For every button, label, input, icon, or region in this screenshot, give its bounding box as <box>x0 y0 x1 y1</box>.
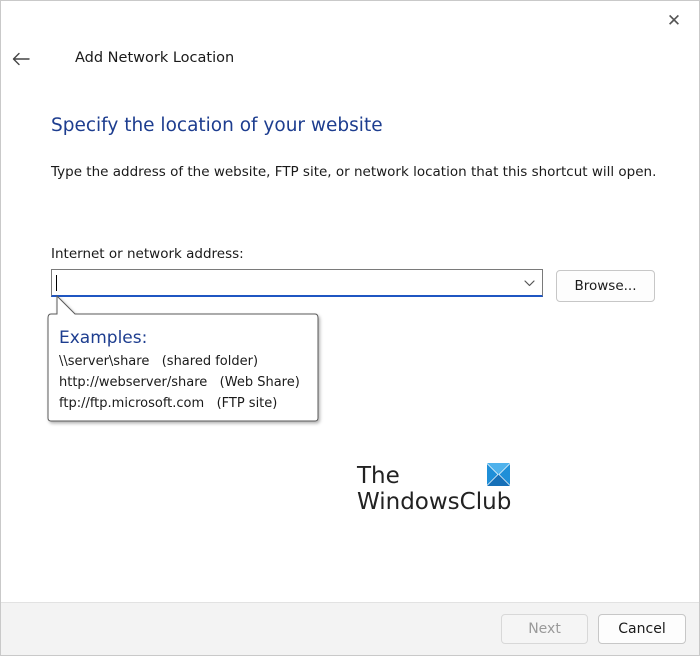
back-arrow-icon <box>12 52 30 66</box>
address-field-label: Internet or network address: <box>51 246 244 262</box>
close-button[interactable]: ✕ <box>659 9 689 33</box>
cancel-button[interactable]: Cancel <box>598 614 686 644</box>
example-line: http://webserver/share (Web Share) <box>59 375 300 390</box>
back-button[interactable] <box>7 47 35 71</box>
next-button[interactable]: Next <box>501 614 588 644</box>
browse-button[interactable]: Browse... <box>556 270 655 302</box>
close-icon: ✕ <box>666 11 682 31</box>
chevron-down-icon <box>523 279 535 286</box>
example-line: \\server\share (shared folder) <box>59 354 259 369</box>
watermark-line2: WindowsClub <box>357 489 512 515</box>
windows-logo-icon <box>487 463 510 486</box>
tooltip-content: Examples: \\server\share (shared folder)… <box>59 328 300 414</box>
example-line: ftp://ftp.microsoft.com (FTP site) <box>59 396 278 411</box>
address-dropdown-toggle[interactable] <box>522 276 536 290</box>
add-network-location-dialog: ✕ Add Network Location Specify the locat… <box>0 0 700 656</box>
examples-title: Examples: <box>59 328 148 348</box>
dialog-footer: Next Cancel <box>1 602 699 655</box>
window-title: Add Network Location <box>75 50 235 66</box>
watermark-line1: The <box>357 463 400 489</box>
page-description: Type the address of the website, FTP sit… <box>51 164 657 180</box>
watermark-logo: The WindowsClub <box>357 463 527 519</box>
text-cursor <box>56 275 57 291</box>
page-heading: Specify the location of your website <box>51 115 383 136</box>
examples-tooltip: Examples: \\server\share (shared folder)… <box>45 290 325 430</box>
